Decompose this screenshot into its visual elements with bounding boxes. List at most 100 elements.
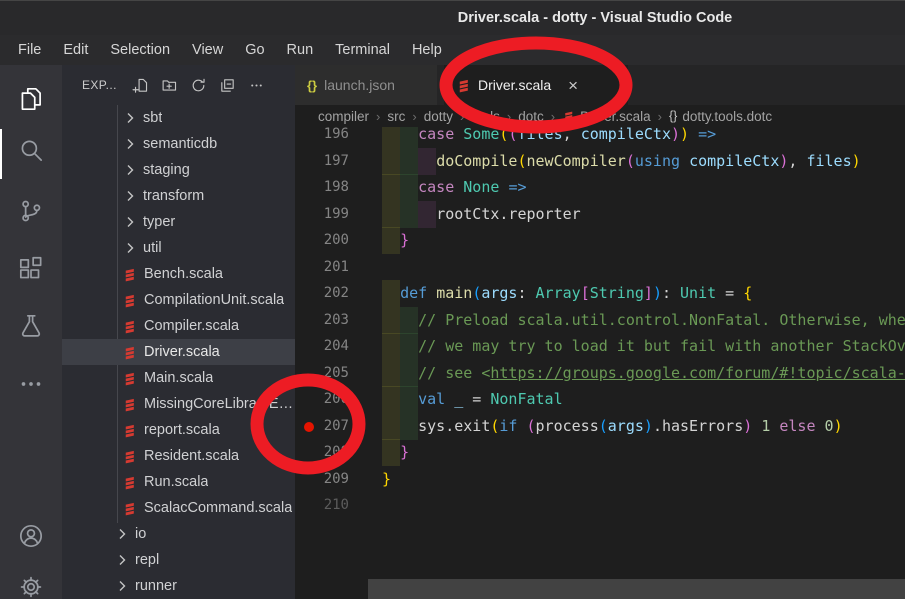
search-icon[interactable] — [7, 127, 55, 175]
line-number: 201 — [309, 254, 349, 281]
menu-view[interactable]: View — [182, 39, 233, 61]
menu-selection[interactable]: Selection — [100, 39, 180, 61]
code-line-204[interactable]: 204 // we may try to load it but fail wi… — [295, 333, 905, 360]
explorer-icon[interactable] — [7, 75, 55, 123]
code-line-199[interactable]: 199 rootCtx.reporter — [295, 201, 905, 228]
code-text: // Preload scala.util.control.NonFatal. … — [382, 307, 905, 334]
code-line-203[interactable]: 203 // Preload scala.util.control.NonFat… — [295, 307, 905, 334]
code-line-207[interactable]: 207 sys.exit(if (process(args).hasErrors… — [295, 413, 905, 440]
line-number: 196 — [309, 127, 349, 148]
title-bar: Driver.scala - dotty - Visual Studio Cod… — [0, 0, 905, 35]
refresh-icon[interactable] — [189, 75, 209, 95]
code-line-197[interactable]: 197 doCompile(newCompiler(using compileC… — [295, 148, 905, 175]
tree-item-transform[interactable]: transform — [62, 183, 295, 209]
code-text: // we may try to load it but fail with a… — [382, 333, 905, 360]
chevron-right-icon — [122, 162, 138, 178]
menu-file[interactable]: File — [8, 39, 51, 61]
explorer-title: EXP... — [82, 78, 117, 92]
code-line-205[interactable]: 205 // see <https://groups.google.com/fo… — [295, 360, 905, 387]
tree-item-runner[interactable]: runner — [62, 573, 295, 599]
tree-item-main-scala[interactable]: Main.scala — [62, 365, 295, 391]
tree-item-compilationunit-scala[interactable]: CompilationUnit.scala — [62, 287, 295, 313]
accounts-icon[interactable] — [7, 512, 55, 560]
chevron-right-icon — [114, 526, 130, 542]
tree-item-driver-scala[interactable]: Driver.scala — [62, 339, 295, 365]
breadcrumb-item-src[interactable]: src — [387, 109, 405, 124]
tree-item-util[interactable]: util — [62, 235, 295, 261]
breadcrumb-file[interactable]: Driver.scala — [580, 109, 651, 124]
chevron-right-icon — [122, 240, 138, 256]
tree-item-semanticdb[interactable]: semanticdb — [62, 131, 295, 157]
source-control-icon[interactable] — [7, 187, 55, 235]
tree-item-staging[interactable]: staging — [62, 157, 295, 183]
code-line-206[interactable]: 206 val _ = NonFatal — [295, 386, 905, 413]
more-views-icon[interactable] — [7, 360, 55, 408]
breadcrumb-symbol[interactable]: dotty.tools.dotc — [682, 109, 772, 124]
tree-item-label: Resident.scala — [144, 448, 239, 464]
scala-file-icon — [122, 501, 137, 516]
tree-item-label: Driver.scala — [144, 344, 220, 360]
tree-item-sbt[interactable]: sbt — [62, 105, 295, 131]
code-text: } — [382, 466, 391, 493]
breadcrumb-item-compiler[interactable]: compiler — [318, 109, 369, 124]
tab-driver-scala[interactable]: Driver.scala × — [444, 65, 628, 105]
breadcrumb: compiler›src›dotty›tools›dotc›Driver.sca… — [295, 105, 905, 127]
menu-edit[interactable]: Edit — [53, 39, 98, 61]
code-area[interactable]: 196 case Some((files, compileCtx)) =>197… — [295, 127, 905, 579]
code-line-202[interactable]: 202 def main(args: Array[String]): Unit … — [295, 280, 905, 307]
line-number: 200 — [309, 227, 349, 254]
tree-item-scalaccommand-scala[interactable]: ScalacCommand.scala — [62, 495, 295, 521]
new-folder-icon[interactable] — [160, 75, 180, 95]
code-text: val _ = NonFatal — [382, 386, 563, 413]
json-file-icon: {} — [307, 78, 317, 93]
breadcrumb-separator: › — [551, 109, 555, 124]
menu-help[interactable]: Help — [402, 39, 452, 61]
scala-file-icon — [122, 345, 137, 360]
code-line-209[interactable]: 209} — [295, 466, 905, 493]
breadcrumb-separator: › — [376, 109, 380, 124]
tree-item-io[interactable]: io — [62, 521, 295, 547]
tree-item-repl[interactable]: repl — [62, 547, 295, 573]
tree-item-bench-scala[interactable]: Bench.scala — [62, 261, 295, 287]
explorer-header: EXP... — [62, 65, 295, 105]
code-line-196[interactable]: 196 case Some((files, compileCtx)) => — [295, 127, 905, 148]
chevron-right-icon — [114, 578, 130, 594]
code-line-200[interactable]: 200 } — [295, 227, 905, 254]
file-tree: sbt semanticdb stagingtransformtyperutilBe… — [62, 105, 295, 599]
code-line-208[interactable]: 208 } — [295, 439, 905, 466]
tree-item-report-scala[interactable]: report.scala — [62, 417, 295, 443]
code-text: doCompile(newCompiler(using compileCtx),… — [382, 148, 861, 175]
breadcrumb-item-dotc[interactable]: dotc — [518, 109, 544, 124]
collapse-folders-icon[interactable] — [218, 75, 238, 95]
editor-group: {}launch.jsonDriver.scala× compiler›src›… — [295, 65, 905, 599]
views-more-actions-icon[interactable] — [247, 75, 267, 95]
breadcrumb-separator: › — [507, 109, 511, 124]
close-icon[interactable]: × — [568, 77, 578, 94]
tab-label: Driver.scala — [478, 77, 551, 93]
menu-go[interactable]: Go — [235, 39, 274, 61]
tree-item-label: semanticdb — [143, 136, 217, 152]
tree-item-label: MissingCoreLibraryException.scala — [144, 396, 295, 412]
tree-item-resident-scala[interactable]: Resident.scala — [62, 443, 295, 469]
scala-file-icon — [122, 475, 137, 490]
tree-item-missingcorelibraryexception-scala[interactable]: MissingCoreLibraryException.scala — [62, 391, 295, 417]
tree-item-typer[interactable]: typer — [62, 209, 295, 235]
menu-run[interactable]: Run — [277, 39, 324, 61]
tree-item-run-scala[interactable]: Run.scala — [62, 469, 295, 495]
tab-launch-json[interactable]: {}launch.json — [295, 65, 437, 105]
settings-icon[interactable] — [7, 563, 55, 599]
code-line-198[interactable]: 198 case None => — [295, 174, 905, 201]
new-file-icon[interactable] — [131, 75, 151, 95]
testing-icon[interactable] — [7, 302, 55, 350]
horizontal-scrollbar[interactable] — [368, 579, 905, 599]
code-text: sys.exit(if (process(args).hasErrors) 1 … — [382, 413, 843, 440]
menu-terminal[interactable]: Terminal — [325, 39, 400, 61]
chevron-right-icon — [122, 110, 138, 126]
code-line-210[interactable]: 210 — [295, 492, 905, 519]
code-line-201[interactable]: 201 — [295, 254, 905, 281]
tree-item-label: report.scala — [144, 422, 220, 438]
breadcrumb-item-dotty[interactable]: dotty — [424, 109, 453, 124]
extensions-icon[interactable] — [7, 245, 55, 293]
tree-item-compiler-scala[interactable]: Compiler.scala — [62, 313, 295, 339]
breadcrumb-item-tools[interactable]: tools — [471, 109, 500, 124]
